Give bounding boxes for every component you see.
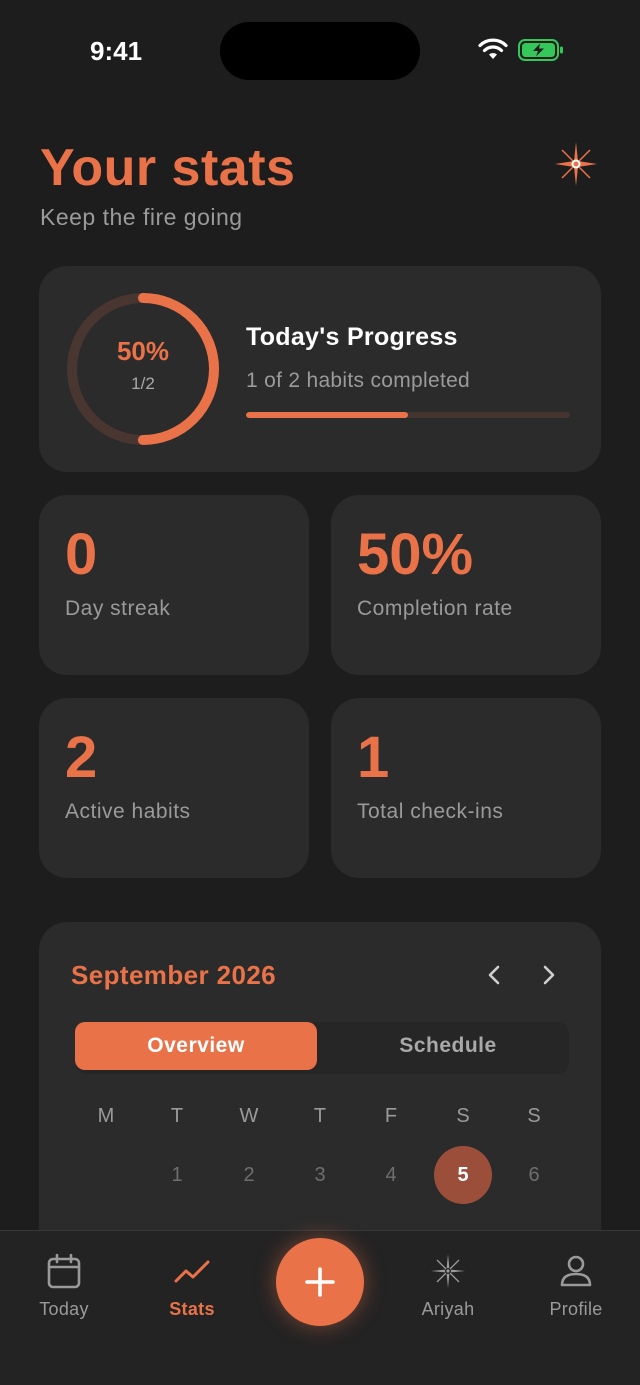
tab-label: Stats bbox=[169, 1299, 215, 1319]
weekday-label: T bbox=[170, 1105, 184, 1127]
stat-value: 50% bbox=[357, 522, 474, 587]
calendar-card: September 2026 Overview Schedule M T W T… bbox=[39, 922, 601, 1262]
page-title: Your stats bbox=[40, 139, 296, 197]
calendar-day[interactable]: 4 bbox=[361, 1164, 421, 1187]
stat-value: 0 bbox=[65, 522, 98, 587]
calendar-month: September 2026 bbox=[71, 960, 277, 990]
calendar-day[interactable]: 2 bbox=[219, 1164, 279, 1187]
sparkle-icon bbox=[431, 1254, 465, 1288]
battery-icon bbox=[518, 39, 563, 61]
progress-percent: 50% bbox=[116, 336, 170, 366]
segment-overview[interactable]: Overview bbox=[75, 1022, 317, 1070]
trend-icon bbox=[174, 1260, 210, 1283]
add-habit-button[interactable] bbox=[276, 1238, 364, 1326]
view-segmented-control: Overview Schedule bbox=[75, 1022, 569, 1074]
wifi-icon bbox=[478, 38, 508, 59]
stat-card-completion: 50% Completion rate bbox=[331, 495, 601, 675]
progress-bar bbox=[246, 412, 570, 418]
segment-schedule[interactable]: Schedule bbox=[327, 1022, 569, 1070]
weekday-label: S bbox=[456, 1105, 470, 1127]
tab-label: Today bbox=[39, 1299, 89, 1319]
progress-bar-fill bbox=[246, 412, 408, 418]
stat-card-streak: 0 Day streak bbox=[39, 495, 309, 675]
calendar-prev-button[interactable] bbox=[477, 958, 511, 992]
progress-card: 50% 1/2 Today's Progress 1 of 2 habits c… bbox=[39, 266, 601, 472]
person-icon bbox=[560, 1255, 592, 1287]
stat-value: 1 bbox=[357, 725, 390, 790]
calendar-icon bbox=[47, 1253, 81, 1289]
weekday-label: M bbox=[97, 1105, 115, 1127]
progress-subtitle: 1 of 2 habits completed bbox=[246, 369, 471, 392]
stat-card-checkins: 1 Total check-ins bbox=[331, 698, 601, 878]
tab-label: Profile bbox=[549, 1299, 603, 1319]
tab-today[interactable]: Today bbox=[9, 1251, 119, 1320]
stat-value: 2 bbox=[65, 725, 98, 790]
dynamic-island bbox=[220, 22, 420, 80]
weekday-label: W bbox=[239, 1105, 259, 1127]
calendar-day[interactable]: 1 bbox=[147, 1164, 207, 1187]
calendar-day[interactable]: 6 bbox=[504, 1164, 564, 1187]
calendar-next-button[interactable] bbox=[532, 958, 566, 992]
chevron-left-icon bbox=[488, 965, 500, 985]
stat-label: Total check-ins bbox=[357, 800, 504, 823]
weekday-label: S bbox=[527, 1105, 541, 1127]
weekday-label: T bbox=[313, 1105, 327, 1127]
status-time: 9:41 bbox=[90, 36, 143, 66]
calendar-day[interactable]: 3 bbox=[290, 1164, 350, 1187]
stat-label: Day streak bbox=[65, 597, 171, 620]
sparkle-icon[interactable] bbox=[552, 140, 600, 188]
chevron-right-icon bbox=[543, 965, 555, 985]
stat-label: Completion rate bbox=[357, 597, 513, 620]
stat-label: Active habits bbox=[65, 800, 191, 823]
stat-card-active-habits: 2 Active habits bbox=[39, 698, 309, 878]
calendar-day-selected[interactable]: 5 bbox=[434, 1146, 492, 1204]
weekday-label: F bbox=[384, 1105, 398, 1127]
tab-profile[interactable]: Profile bbox=[521, 1251, 631, 1320]
plus-icon bbox=[305, 1267, 335, 1297]
tab-label: Ariyah bbox=[421, 1299, 475, 1319]
progress-ring bbox=[67, 293, 219, 445]
tab-ariyah[interactable]: Ariyah bbox=[393, 1251, 503, 1320]
page-subtitle: Keep the fire going bbox=[40, 204, 243, 230]
tab-stats[interactable]: Stats bbox=[137, 1251, 247, 1320]
progress-fraction: 1/2 bbox=[131, 374, 155, 393]
progress-title: Today's Progress bbox=[246, 323, 458, 351]
